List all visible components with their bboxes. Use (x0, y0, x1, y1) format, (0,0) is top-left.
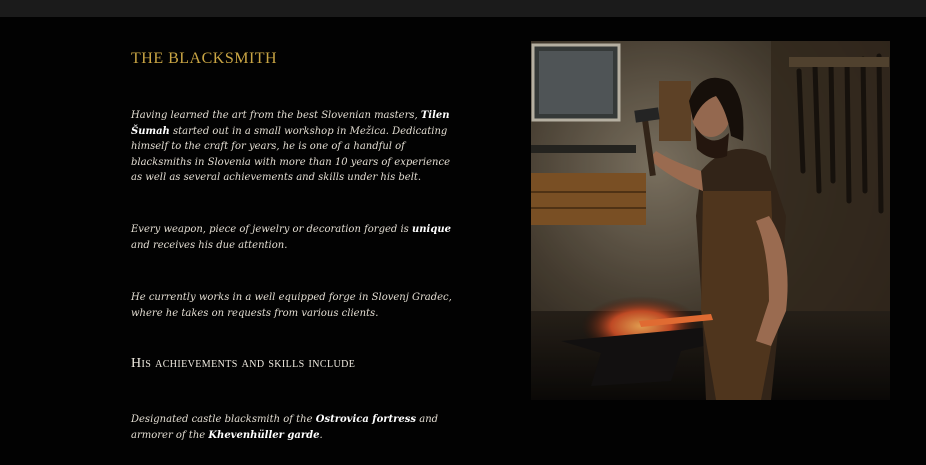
intro-text-start: Having learned the art from the best Slo… (131, 110, 421, 121)
unique-paragraph: Every weapon, piece of jewelry or decora… (131, 222, 461, 253)
browser-top-bar (0, 0, 926, 17)
fortress-name: Ostrovica fortress (315, 414, 417, 425)
intro-paragraph: Having learned the art from the best Slo… (131, 108, 461, 186)
achievement-text-end: . (319, 429, 323, 441)
unique-word: unique (411, 224, 451, 235)
unique-text-start: Every weapon, piece of jewelry or decora… (131, 224, 412, 235)
garde-name: Khevenhüller garde (208, 429, 320, 441)
blacksmith-photo (531, 41, 890, 400)
achievement-text-start: Designated castle blacksmith of the (131, 414, 316, 425)
intro-text-end: started out in a small workshop in Mežic… (131, 125, 451, 184)
achievements-heading: His achievements and skills include (131, 356, 356, 371)
section-title: The Blacksmith (131, 50, 278, 67)
blacksmith-photo-illustration (531, 41, 890, 400)
achievement-item: Designated castle blacksmith of the Ostr… (131, 412, 461, 443)
unique-text-end: and receives his due attention. (131, 239, 288, 251)
forge-paragraph: He currently works in a well equipped fo… (131, 292, 452, 319)
